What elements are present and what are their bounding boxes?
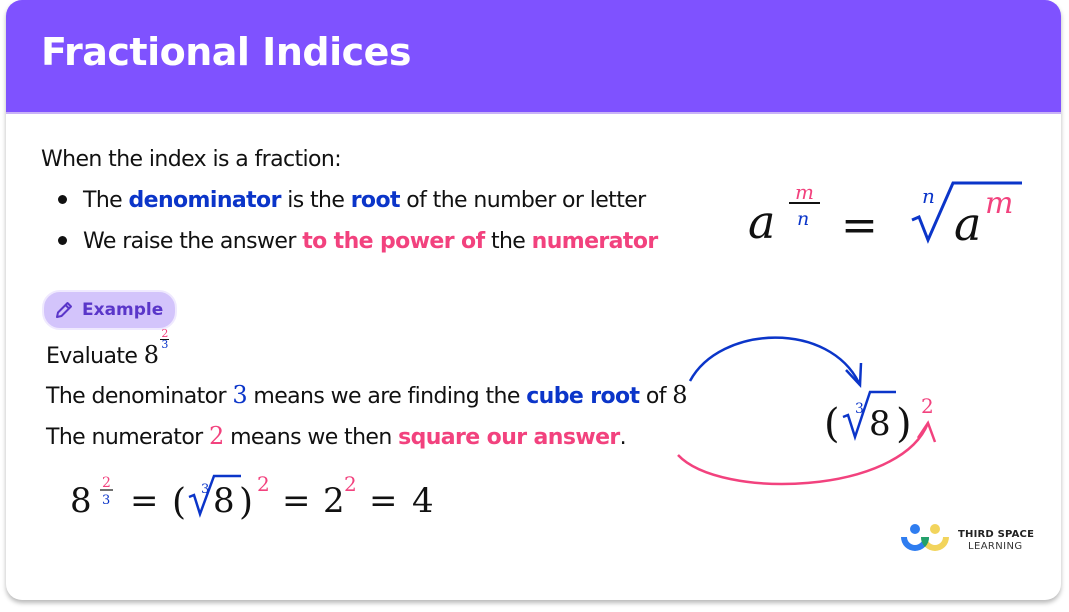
text: The numerator	[46, 425, 210, 450]
rule-exp-num: m	[795, 180, 814, 204]
solution-exp2: 2	[344, 472, 357, 496]
slide-card: Fractional Indices When the index is a f…	[6, 0, 1061, 600]
bullet-dot	[58, 194, 67, 204]
text: .	[619, 425, 627, 450]
solution-equation: 8 2 3 = ( 3 8 ) 2 = 2 2 = 4	[70, 472, 434, 523]
text: of the number or letter	[399, 188, 646, 213]
text: is the	[280, 188, 351, 213]
bullet-dot	[58, 235, 67, 245]
rule-root-index: n	[922, 184, 935, 208]
logo-text: THIRD SPACE LEARNING	[958, 529, 1034, 553]
evaluate-line: Evaluate 823	[46, 328, 169, 369]
rule-base: a	[748, 195, 775, 249]
numerator-value: 2	[209, 422, 224, 450]
solution-exp1: 2	[257, 472, 270, 496]
rule-formula: a m n = n a m	[748, 180, 1022, 251]
pencil-icon	[56, 302, 72, 318]
logo-line2: LEARNING	[968, 541, 1023, 552]
term-power: to the power of	[302, 229, 485, 254]
solution-close-paren: )	[239, 482, 253, 523]
diagram-radicand: 8	[869, 404, 891, 444]
solution-radicand: 8	[213, 481, 235, 521]
page-title: Fractional Indices	[41, 30, 412, 74]
text: means we are finding the	[246, 384, 527, 409]
rule-radicand-exp: m	[985, 186, 1013, 221]
diagram-exponent: 2	[921, 394, 934, 418]
bullet-numerator: We raise the answer to the power of the …	[58, 229, 658, 254]
header-bar: Fractional Indices	[6, 0, 1061, 114]
text: the	[484, 229, 532, 254]
intro-lead: When the index is a fraction:	[41, 147, 342, 172]
solution-eq1: =	[130, 481, 159, 521]
example-badge: Example	[42, 290, 178, 330]
evaluate-exponent: 23	[160, 328, 169, 351]
logo-line1: THIRD SPACE	[958, 529, 1035, 540]
solution-eq2: =	[282, 481, 311, 521]
term-square-answer: square our answer	[398, 425, 620, 450]
solution-eq3: =	[369, 481, 398, 521]
text: We raise the answer	[83, 229, 303, 254]
term-numerator: numerator	[531, 229, 659, 254]
example-label: Example	[82, 300, 164, 320]
evaluate-label: Evaluate	[46, 344, 144, 369]
solution-base: 8	[70, 481, 92, 521]
rule-equals: =	[841, 200, 878, 251]
text: The denominator	[46, 384, 233, 409]
evaluate-base: 8	[143, 341, 159, 369]
diagram-close-paren: )	[896, 401, 912, 447]
blue-arrow	[688, 336, 862, 386]
bullet-denominator: The denominator is the root of the numbe…	[58, 188, 646, 213]
solution-den: 3	[102, 493, 110, 508]
term-denominator: denominator	[128, 188, 282, 213]
rule-radicand: a	[954, 197, 981, 251]
term-root: root	[350, 188, 401, 213]
solution-base2: 2	[323, 481, 345, 521]
solution-open-paren: (	[172, 482, 186, 523]
text: The	[83, 188, 129, 213]
term-cube-root: cube root	[526, 384, 640, 409]
rule-exp-den: n	[797, 208, 809, 230]
denominator-value: 3	[232, 381, 247, 409]
diagram-open-paren: (	[824, 401, 840, 447]
solution-num: 2	[102, 475, 111, 491]
evaluate-den: 3	[161, 338, 168, 351]
text: means we then	[223, 425, 399, 450]
explanation-denominator: The denominator 3 means we are finding t…	[46, 381, 687, 409]
arrow-diagram: ( 3 8 ) 2	[677, 336, 937, 486]
solution-result: 4	[412, 481, 434, 521]
explanation-numerator: The numerator 2 means we then square our…	[46, 422, 627, 450]
pink-arrowhead	[916, 420, 937, 443]
third-space-learning-logo-icon	[901, 524, 949, 551]
